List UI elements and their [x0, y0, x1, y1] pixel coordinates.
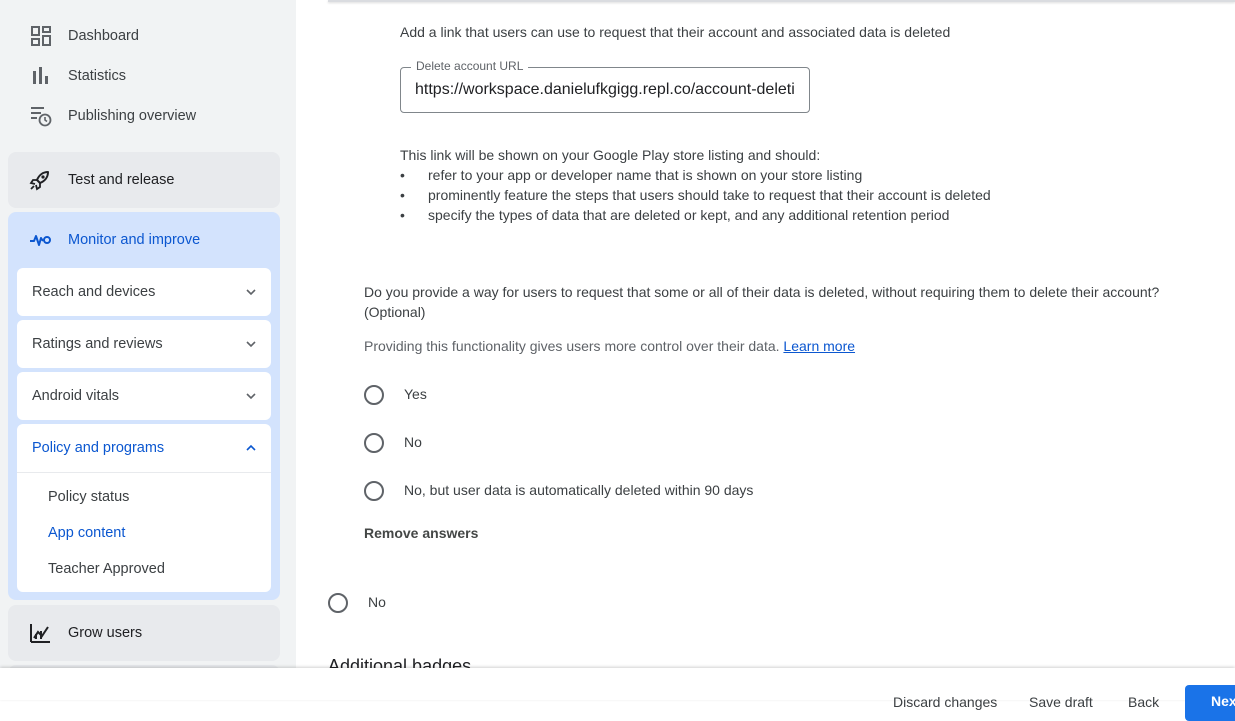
- chevron-up-icon: [246, 444, 256, 451]
- delete-account-url-field: Delete account URL: [400, 59, 810, 113]
- bullet-text: specify the types of data that are delet…: [428, 207, 950, 223]
- sidebar-item-ratings-and-reviews[interactable]: Ratings and reviews: [17, 320, 271, 368]
- helper-text-row: Providing this functionality gives users…: [364, 338, 855, 354]
- partial-deletion-question: Do you provide a way for users to reques…: [364, 284, 1160, 300]
- radio-no[interactable]: [364, 433, 384, 453]
- chevron-down-icon: [246, 289, 256, 296]
- monitor-pulse-icon: [30, 235, 51, 246]
- grow-users-icon: [30, 624, 50, 643]
- radio-no-auto-deleted[interactable]: [364, 481, 384, 501]
- sidebar-item-grow-users[interactable]: Grow users: [8, 605, 280, 661]
- sidebar: Dashboard Statistics Publishing overview…: [0, 0, 296, 700]
- back-button[interactable]: Back: [1128, 694, 1159, 710]
- learn-more-link[interactable]: Learn more: [783, 338, 855, 354]
- delete-account-url-label: Delete account URL: [411, 59, 529, 73]
- sidebar-item-policy-status[interactable]: Policy status: [48, 489, 129, 505]
- radio-label-no-auto-deleted[interactable]: No, but user data is automatically delet…: [404, 482, 753, 498]
- sidebar-label-test-and-release: Test and release: [68, 172, 175, 188]
- optional-label: (Optional): [364, 304, 426, 320]
- dashboard-icon: [31, 26, 51, 46]
- sidebar-label-reach-and-devices: Reach and devices: [32, 284, 156, 300]
- schedule-list-icon: [31, 107, 52, 127]
- radio-outer-no[interactable]: [328, 593, 348, 613]
- sidebar-item-dashboard[interactable]: Dashboard: [8, 16, 280, 56]
- sidebar-item-publishing-overview[interactable]: Publishing overview: [8, 96, 280, 136]
- helper-text: Providing this functionality gives users…: [364, 338, 780, 354]
- remove-answers-button[interactable]: Remove answers: [364, 525, 478, 541]
- chevron-down-icon: [246, 341, 256, 348]
- sidebar-item-app-content[interactable]: App content: [48, 525, 125, 541]
- sidebar-label-publishing-overview: Publishing overview: [68, 108, 197, 124]
- sidebar-item-reach-and-devices[interactable]: Reach and devices: [17, 268, 271, 316]
- sidebar-label-statistics: Statistics: [68, 68, 127, 84]
- radio-yes[interactable]: [364, 385, 384, 405]
- bullet-text: refer to your app or developer name that…: [428, 167, 863, 183]
- radio-label-no[interactable]: No: [404, 434, 422, 450]
- sidebar-item-android-vitals[interactable]: Android vitals: [17, 372, 271, 420]
- sidebar-item-statistics[interactable]: Statistics: [8, 56, 280, 96]
- sidebar-label-policy-and-programs: Policy and programs: [32, 440, 165, 456]
- sidebar-item-test-and-release[interactable]: Test and release: [8, 152, 280, 208]
- sidebar-label-grow-users: Grow users: [68, 625, 143, 641]
- save-draft-button[interactable]: Save draft: [1029, 694, 1093, 710]
- bullet-text: prominently feature the steps that users…: [428, 187, 991, 203]
- rocket-icon: [29, 171, 49, 191]
- radio-label-yes[interactable]: Yes: [404, 386, 427, 402]
- discard-changes-button[interactable]: Discard changes: [893, 694, 997, 710]
- sidebar-item-monitor-and-improve[interactable]: Monitor and improve: [8, 212, 280, 268]
- sidebar-label-monitor-and-improve: Monitor and improve: [68, 232, 201, 248]
- sidebar-label-android-vitals: Android vitals: [32, 388, 120, 404]
- chevron-down-icon: [246, 393, 256, 400]
- bottom-action-bar: Discard changes Save draft Back Next: [0, 668, 1235, 721]
- next-button[interactable]: Next: [1185, 685, 1235, 721]
- sidebar-item-teacher-approved[interactable]: Teacher Approved: [48, 561, 165, 577]
- next-button-label: Next: [1211, 693, 1235, 709]
- card-top-edge: [328, 0, 1235, 2]
- link-info-text: This link will be shown on your Google P…: [400, 147, 821, 163]
- sidebar-label-dashboard: Dashboard: [68, 28, 139, 44]
- delete-link-intro: Add a link that users can use to request…: [400, 24, 951, 40]
- main-content: Add a link that users can use to request…: [296, 0, 1235, 700]
- radio-label-outer-no[interactable]: No: [368, 594, 386, 610]
- sidebar-label-ratings-and-reviews: Ratings and reviews: [32, 336, 163, 352]
- sidebar-item-policy-and-programs[interactable]: Policy and programs: [17, 424, 271, 473]
- bar-chart-icon: [33, 67, 48, 84]
- sidebar-group-policy-and-programs: Policy and programs Policy status App co…: [17, 424, 271, 592]
- delete-account-url-input[interactable]: [415, 78, 795, 102]
